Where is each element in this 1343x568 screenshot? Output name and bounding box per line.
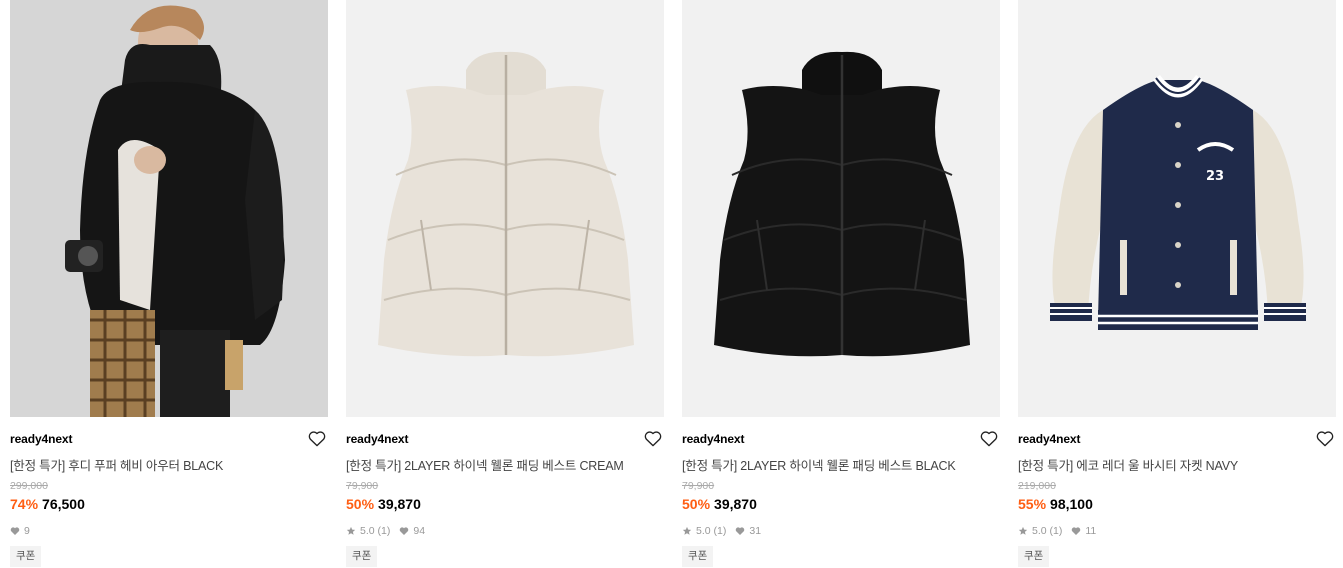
heart-filled-icon xyxy=(735,526,745,536)
product-card[interactable]: ready4next [한정 특가] 2LAYER 하이넥 웰론 패딩 베스트 … xyxy=(346,0,664,568)
original-price: 79,900 xyxy=(682,480,715,492)
sale-price: 39,870 xyxy=(378,496,421,512)
discount-rate: 74% xyxy=(10,496,39,512)
heart-filled-icon xyxy=(1071,526,1081,536)
coupon-badge: 쿠폰 xyxy=(1018,546,1050,567)
product-meta: 5.0 (1) 94 xyxy=(346,525,434,537)
product-meta: 5.0 (1) 31 xyxy=(682,525,770,537)
coupon-badge: 쿠폰 xyxy=(10,546,42,567)
heart-icon[interactable] xyxy=(1316,430,1334,447)
heart-icon[interactable] xyxy=(644,430,662,447)
rating: 5.0 (1) xyxy=(360,525,391,537)
rating: 5.0 (1) xyxy=(1032,525,1063,537)
sale-price-row: 55% 98,100 xyxy=(1018,496,1093,512)
product-image-cream-vest[interactable] xyxy=(346,0,664,417)
heart-filled-icon xyxy=(399,526,409,536)
original-price: 219,000 xyxy=(1018,480,1056,492)
heart-icon[interactable] xyxy=(980,430,998,447)
product-card[interactable]: 23 ready4next [한정 특가] 에코 레더 울 바시티 자켓 NAV… xyxy=(1018,0,1336,568)
heart-icon[interactable] xyxy=(308,430,326,447)
sale-price-row: 50% 39,870 xyxy=(682,496,757,512)
navy-varsity-jacket-image: 23 xyxy=(1018,0,1336,417)
product-title[interactable]: [한정 특가] 2LAYER 하이넥 웰론 패딩 베스트 BLACK xyxy=(682,455,956,474)
sale-price: 98,100 xyxy=(1050,496,1093,512)
like-count: 31 xyxy=(749,525,762,537)
product-card[interactable]: ready4next [한정 특가] 후디 푸퍼 헤비 아우터 BLACK 29… xyxy=(10,0,328,568)
sale-price-row: 50% 39,870 xyxy=(346,496,421,512)
model-black-hooded-puffer-image xyxy=(10,0,328,417)
product-image-black-vest[interactable] xyxy=(682,0,1000,417)
product-title[interactable]: [한정 특가] 에코 레더 울 바시티 자켓 NAVY xyxy=(1018,455,1238,474)
sale-price: 39,870 xyxy=(714,496,757,512)
like-count: 11 xyxy=(1085,525,1097,537)
black-padded-vest-image xyxy=(682,0,1000,417)
coupon-badge: 쿠폰 xyxy=(682,546,714,567)
patch-number: 23 xyxy=(1206,169,1224,184)
product-card[interactable]: ready4next [한정 특가] 2LAYER 하이넥 웰론 패딩 베스트 … xyxy=(682,0,1000,568)
product-meta: 5.0 (1) 11 xyxy=(1018,525,1105,537)
product-image-model-black-puffer[interactable] xyxy=(10,0,328,417)
brand-name[interactable]: ready4next xyxy=(682,432,744,446)
brand-name[interactable]: ready4next xyxy=(10,432,72,446)
product-title[interactable]: [한정 특가] 후디 푸퍼 헤비 아우터 BLACK xyxy=(10,455,223,474)
product-image-navy-varsity[interactable]: 23 xyxy=(1018,0,1336,417)
heart-filled-icon xyxy=(10,526,20,536)
discount-rate: 55% xyxy=(1018,496,1047,512)
original-price: 79,900 xyxy=(346,480,379,492)
product-title[interactable]: [한정 특가] 2LAYER 하이넥 웰론 패딩 베스트 CREAM xyxy=(346,455,624,474)
coupon-badge: 쿠폰 xyxy=(346,546,378,567)
star-icon xyxy=(682,526,692,536)
original-price: 299,000 xyxy=(10,480,48,492)
brand-name[interactable]: ready4next xyxy=(346,432,408,446)
like-count: 94 xyxy=(413,525,426,537)
star-icon xyxy=(346,526,356,536)
cream-padded-vest-image xyxy=(346,0,664,417)
sale-price-row: 74% 76,500 xyxy=(10,496,85,512)
like-count: 9 xyxy=(24,525,30,537)
rating: 5.0 (1) xyxy=(696,525,727,537)
discount-rate: 50% xyxy=(346,496,375,512)
sale-price: 76,500 xyxy=(42,496,85,512)
product-meta: 9 xyxy=(10,525,39,537)
brand-name[interactable]: ready4next xyxy=(1018,432,1080,446)
product-grid: ready4next [한정 특가] 후디 푸퍼 헤비 아우터 BLACK 29… xyxy=(0,0,1343,568)
star-icon xyxy=(1018,526,1028,536)
discount-rate: 50% xyxy=(682,496,711,512)
